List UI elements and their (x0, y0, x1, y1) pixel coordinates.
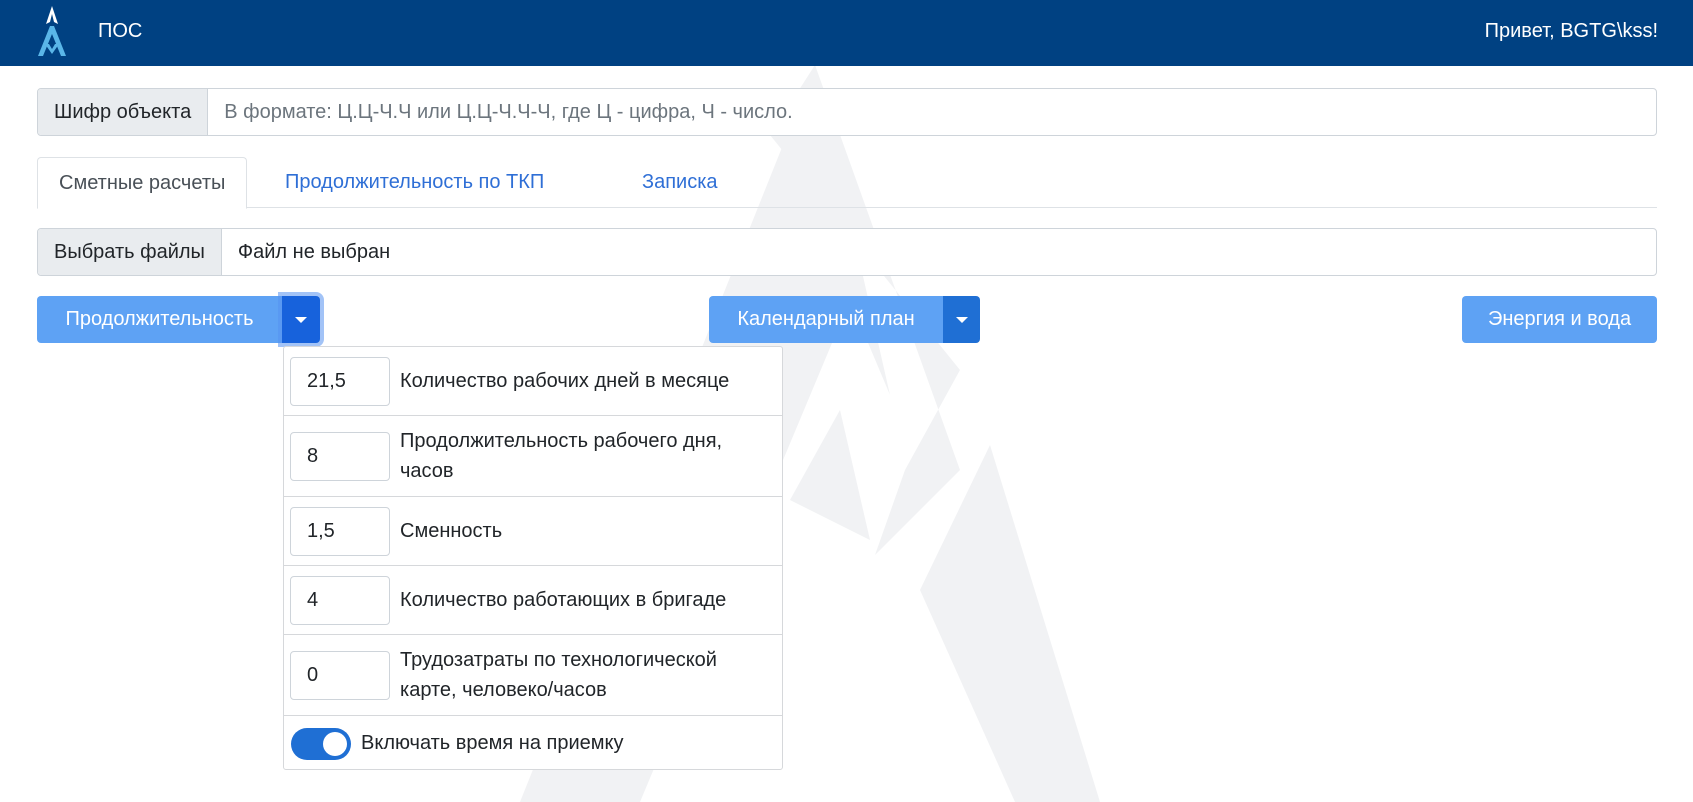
choose-files-button[interactable]: Выбрать файлы (38, 229, 222, 275)
working-days-input[interactable]: 21,5 (290, 357, 390, 406)
dropdown-row: Включать время на приемку (284, 716, 782, 769)
acceptance-time-label: Включать время на приемку (361, 732, 624, 754)
workday-length-label-line1: Продолжительность рабочего дня, (400, 430, 723, 452)
duration-button[interactable]: Продолжительность (37, 296, 282, 343)
acceptance-time-toggle[interactable] (291, 728, 351, 760)
caret-down-icon (955, 316, 968, 323)
labor-cost-label-line2: карте, человеко/часов (400, 679, 607, 701)
dropdown-row: 4 Количество работающих в бригаде (284, 566, 782, 635)
tab-estimates[interactable]: Сметные расчеты (37, 157, 248, 209)
workday-length-input[interactable]: 8 (290, 432, 390, 481)
duration-dropdown-menu: 21,5 Количество рабочих дней в месяце 8 … (283, 346, 783, 770)
dropdown-row: 0 Трудозатраты по технологической карте,… (284, 635, 782, 716)
toggle-knob (323, 732, 347, 756)
tab-tkp-duration[interactable]: Продолжительность по ТКП (264, 157, 565, 208)
file-status: Файл не выбран (237, 240, 391, 263)
labor-cost-label-line1: Трудозатраты по технологической (400, 649, 717, 671)
dropdown-row: 21,5 Количество рабочих дней в месяце (284, 347, 782, 416)
tab-note[interactable]: Записка (621, 157, 739, 208)
object-code-input[interactable]: В формате: Ц.Ц-Ч.Ч или Ц.Ц-Ч.Ч-Ч, где Ц … (208, 89, 1656, 135)
brigade-size-input[interactable]: 4 (290, 576, 390, 625)
labor-cost-input[interactable]: 0 (290, 651, 390, 700)
top-navbar: ПОС Привет, BGTG\kss! (0, 0, 1693, 66)
workday-length-label-line2: часов (400, 460, 454, 482)
file-input-group: Выбрать файлы Файл не выбран (37, 228, 1657, 276)
object-code-group: Шифр объекта В формате: Ц.Ц-Ч.Ч или Ц.Ц-… (37, 88, 1657, 136)
workday-length-label: Продолжительность рабочего дня, часов (400, 426, 722, 486)
company-logo-icon[interactable] (34, 4, 70, 58)
shifts-input[interactable]: 1,5 (290, 507, 390, 556)
user-greeting: Привет, BGTG\kss! (1484, 20, 1658, 42)
main-content: Шифр объекта В формате: Ц.Ц-Ч.Ч или Ц.Ц-… (0, 0, 1693, 802)
tabs-bar: Сметные расчеты Продолжительность по ТКП… (37, 157, 1657, 209)
object-code-label: Шифр объекта (38, 89, 209, 135)
brigade-size-label: Количество работающих в бригаде (400, 589, 727, 611)
calendar-plan-dropdown-toggle[interactable] (943, 296, 980, 343)
dropdown-row: 8 Продолжительность рабочего дня, часов (284, 416, 782, 497)
app-title[interactable]: ПОС (98, 20, 142, 43)
labor-cost-label: Трудозатраты по технологической карте, ч… (400, 645, 717, 705)
working-days-label: Количество рабочих дней в месяце (400, 370, 730, 392)
energy-water-button[interactable]: Энергия и вода (1462, 296, 1657, 343)
caret-down-icon (295, 316, 307, 323)
calendar-plan-button[interactable]: Календарный план (709, 296, 943, 343)
duration-dropdown-toggle[interactable] (282, 296, 320, 343)
dropdown-row: 1,5 Сменность (284, 497, 782, 566)
shifts-label: Сменность (400, 520, 503, 542)
